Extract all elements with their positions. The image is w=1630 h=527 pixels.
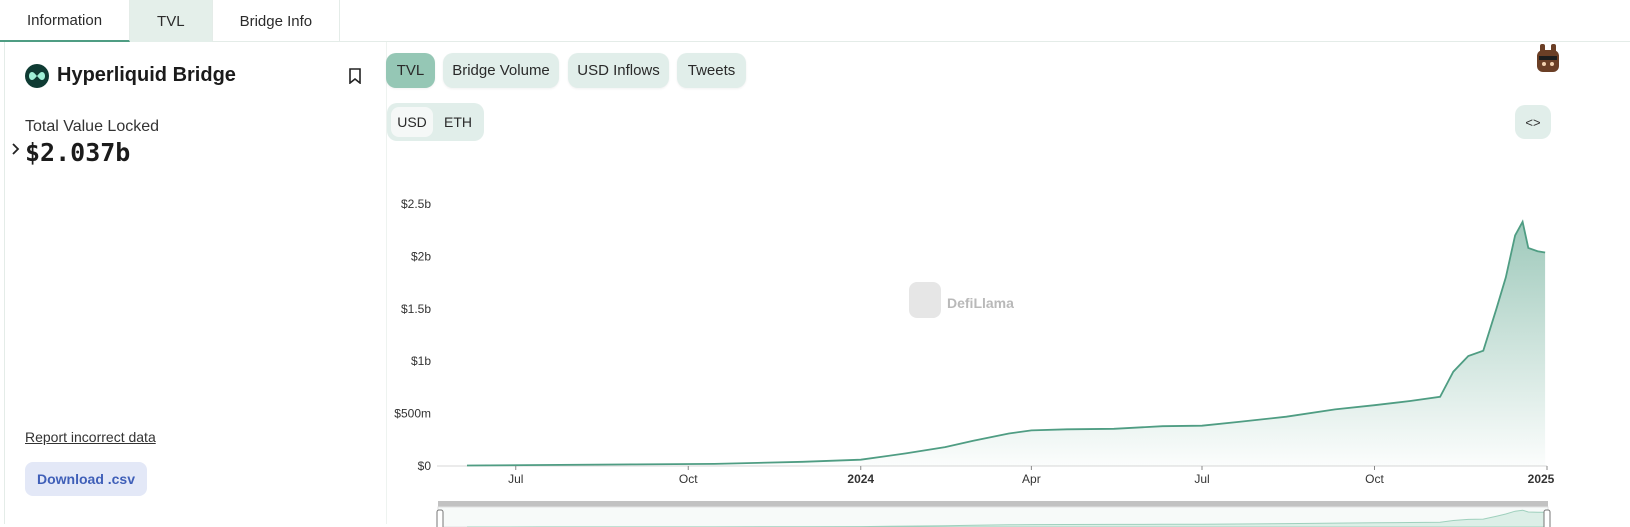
report-incorrect-data-link[interactable]: Report incorrect data bbox=[25, 429, 156, 445]
y-tick-label: $0 bbox=[418, 459, 432, 473]
summary-panel: Hyperliquid Bridge Total Value Locked $2… bbox=[5, 42, 387, 524]
tvl-area bbox=[467, 222, 1545, 466]
watermark: DefiLlama bbox=[909, 282, 1014, 318]
y-axis: $0 $500m $1b $1.5b $2b $2.5b bbox=[394, 197, 431, 473]
bookmark-icon[interactable] bbox=[348, 68, 362, 89]
tab-tvl[interactable]: TVL bbox=[130, 0, 213, 42]
chevron-right-icon[interactable] bbox=[11, 142, 21, 161]
y-tick-label: $500m bbox=[394, 407, 431, 421]
llama-avatar-icon[interactable] bbox=[1531, 42, 1565, 76]
chart-tab-tvl[interactable]: TVL bbox=[386, 53, 435, 88]
watermark-text: DefiLlama bbox=[947, 295, 1014, 311]
denomination-toggle: USD ETH bbox=[387, 103, 484, 141]
tvl-value: $2.037b bbox=[25, 138, 130, 167]
denomination-usd[interactable]: USD bbox=[391, 107, 433, 137]
chart-tab-usd-inflows[interactable]: USD Inflows bbox=[568, 53, 669, 88]
tab-bar: Information TVL Bridge Info bbox=[0, 0, 1630, 42]
tvl-label: Total Value Locked bbox=[25, 118, 159, 136]
chart-tab-tweets[interactable]: Tweets bbox=[677, 53, 746, 88]
code-brackets-icon: <> bbox=[1525, 115, 1540, 130]
y-tick-label: $1b bbox=[411, 354, 431, 368]
x-tick-label: Oct bbox=[1365, 472, 1384, 486]
y-tick-label: $1.5b bbox=[401, 302, 431, 316]
x-tick-label: 2025 bbox=[1528, 472, 1555, 486]
tab-bridge-info[interactable]: Bridge Info bbox=[213, 0, 341, 42]
download-csv-button[interactable]: Download .csv bbox=[25, 462, 147, 496]
brush-left-handle[interactable] bbox=[437, 510, 443, 527]
tvl-chart: $0$500m$1b$1.5b$2b$2.5b JulOct2024AprJul… bbox=[383, 182, 1573, 527]
embed-code-button[interactable]: <> bbox=[1515, 105, 1551, 139]
y-tick-label: $2.5b bbox=[401, 197, 431, 211]
x-tick-label: Jul bbox=[508, 472, 523, 486]
y-tick-label: $2b bbox=[411, 249, 431, 263]
x-axis: Jul Oct 2024 Apr Jul Oct 2025 bbox=[437, 466, 1555, 486]
x-tick-label: Oct bbox=[679, 472, 698, 486]
denomination-eth[interactable]: ETH bbox=[437, 107, 479, 137]
brush-right-handle[interactable] bbox=[1544, 510, 1550, 527]
hyperliquid-logo-icon bbox=[25, 64, 49, 88]
x-tick-label: Apr bbox=[1022, 472, 1041, 486]
x-tick-label: Jul bbox=[1194, 472, 1209, 486]
range-brush[interactable] bbox=[437, 501, 1550, 527]
bridge-name: Hyperliquid Bridge bbox=[57, 64, 236, 87]
bridge-card: Hyperliquid Bridge Total Value Locked $2… bbox=[4, 42, 1626, 524]
brush-track[interactable] bbox=[438, 501, 1548, 507]
chart-tab-bridge-volume[interactable]: Bridge Volume bbox=[443, 53, 559, 88]
x-tick-label: 2024 bbox=[847, 472, 874, 486]
tab-information[interactable]: Information bbox=[0, 0, 130, 42]
